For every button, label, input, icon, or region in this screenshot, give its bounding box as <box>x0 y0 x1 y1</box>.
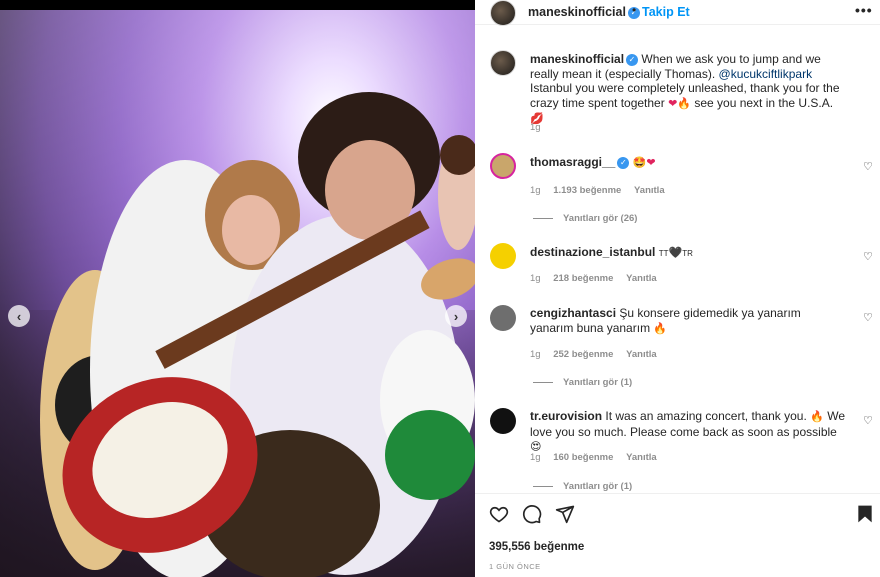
avatar[interactable] <box>490 50 516 76</box>
avatar[interactable] <box>490 305 516 331</box>
caption-text-3: see you next in the U.S.A. <box>694 95 834 110</box>
red-heart-emoji: ❤ <box>668 97 678 110</box>
avatar[interactable] <box>490 243 516 269</box>
avatar[interactable] <box>490 0 516 26</box>
verified-icon: ✓ <box>626 53 639 66</box>
more-icon[interactable]: ••• <box>855 2 873 18</box>
comment: thomasraggi__ ✓ 🤩❤ <box>530 155 845 171</box>
comment-username[interactable]: tr.eurovision <box>530 409 602 423</box>
post-header: maneskinofficial ✓ • Takip Et ••• <box>475 0 880 26</box>
mention-link[interactable]: @kucukciftlikpark <box>719 67 813 81</box>
reply-button[interactable]: Yanıtla <box>634 185 665 196</box>
starstruck-emoji: 🤩 <box>632 157 647 169</box>
fire-emoji: 🔥 <box>677 97 691 110</box>
fire-emoji: 🔥 <box>653 322 668 335</box>
post-time: 1 GÜN ÖNCE <box>489 562 541 571</box>
view-replies-button[interactable]: Yanıtları gör (1) <box>533 377 632 388</box>
comment-text: It was an amazing concert, thank you. <box>605 409 807 423</box>
black-heart-emoji: 🖤 <box>668 247 683 259</box>
chevron-right-icon[interactable]: › <box>445 305 467 327</box>
reply-button[interactable]: Yanıtla <box>626 273 657 284</box>
heart-icon[interactable]: ♡ <box>863 160 873 173</box>
comment-meta: 1g 1.193 beğenme Yanıtla <box>530 185 675 196</box>
follow-button[interactable]: Takip Et <box>642 5 690 19</box>
red-heart-emoji: ❤ <box>646 157 656 169</box>
heart-icon[interactable]: ♡ <box>863 250 873 263</box>
comment: cengizhantasci Şu konsere gidemedik ya y… <box>530 306 845 336</box>
comment-text-2: TR <box>682 249 693 258</box>
comment-time: 1g <box>530 185 541 196</box>
caption-username[interactable]: maneskinofficial <box>530 52 624 66</box>
comment: destinazione_istanbul TT🖤TR <box>530 245 845 262</box>
bookmark-icon[interactable] <box>856 504 874 524</box>
post-panel: maneskinofficial ✓ • Takip Et ••• maneski… <box>475 0 880 577</box>
caption: maneskinofficial ✓ When we ask you to jum… <box>530 52 845 127</box>
comment-likes[interactable]: 1.193 beğenme <box>553 185 621 196</box>
comment-time: 1g <box>530 452 541 463</box>
comment: tr.eurovision It was an amazing concert,… <box>530 409 845 455</box>
verified-icon: ✓ <box>617 156 630 169</box>
avatar[interactable] <box>490 153 516 179</box>
heart-icon[interactable] <box>489 504 509 524</box>
likes-count[interactable]: 395,556 beğenme <box>489 541 584 553</box>
heart-icon[interactable]: ♡ <box>863 311 873 324</box>
actions-bar: 395,556 beğenme 1 GÜN ÖNCE <box>475 493 880 577</box>
caption-time: 1g <box>530 122 541 133</box>
comment-username[interactable]: cengizhantasci <box>530 306 616 320</box>
post-username[interactable]: maneskinofficial ✓ <box>528 5 640 19</box>
reply-button[interactable]: Yanıtla <box>626 349 657 360</box>
avatar[interactable] <box>490 408 516 434</box>
comment-icon[interactable] <box>522 504 542 524</box>
comments-list: maneskinofficial ✓ When we ask you to jum… <box>475 40 880 493</box>
view-replies-button[interactable]: Yanıtları gör (1) <box>533 481 632 492</box>
heart-icon[interactable]: ♡ <box>863 414 873 427</box>
comment-meta: 1g 252 beğenme Yanıtla <box>530 349 667 360</box>
fire-emoji: 🔥 <box>810 411 824 423</box>
comment-likes[interactable]: 218 beğenme <box>553 273 613 284</box>
comment-likes[interactable]: 160 beğenme <box>553 452 613 463</box>
post-photo[interactable]: ‹ › <box>0 10 475 577</box>
chevron-left-icon[interactable]: ‹ <box>8 305 30 327</box>
reply-button[interactable]: Yanıtla <box>626 452 657 463</box>
comment-meta: 1g 218 beğenme Yanıtla <box>530 273 667 284</box>
comment-time: 1g <box>530 273 541 284</box>
view-replies-button[interactable]: Yanıtları gör (26) <box>533 213 637 224</box>
comment-meta: 1g 160 beğenme Yanıtla <box>530 452 667 463</box>
separator-dot: • <box>632 3 637 17</box>
share-icon[interactable] <box>555 504 575 524</box>
comment-username[interactable]: thomasraggi__ <box>530 155 615 169</box>
comment-time: 1g <box>530 349 541 360</box>
comment-username[interactable]: destinazione_istanbul <box>530 245 655 259</box>
comment-likes[interactable]: 252 beğenme <box>553 349 613 360</box>
